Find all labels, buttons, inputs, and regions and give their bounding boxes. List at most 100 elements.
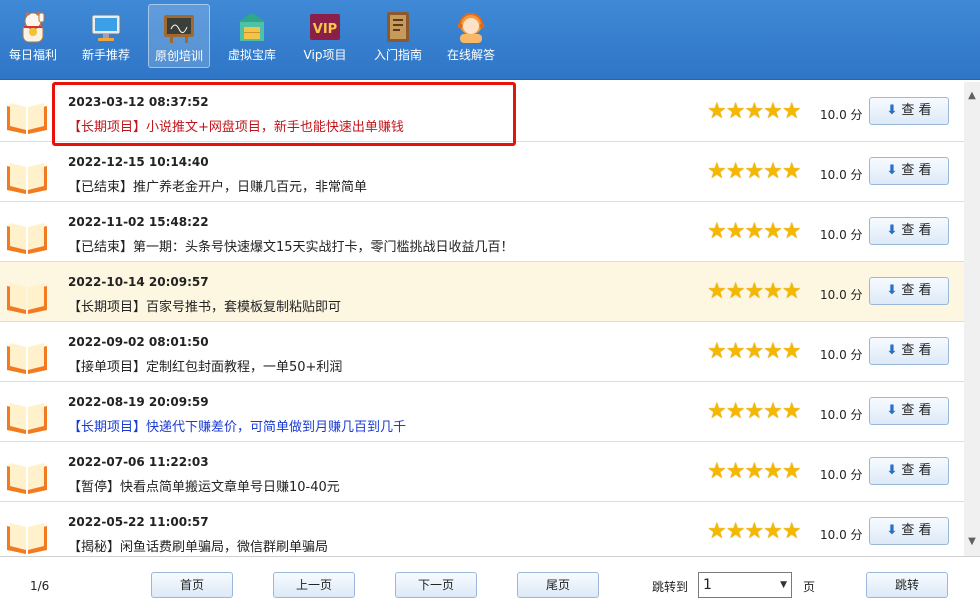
item-score: 10.0 分 (820, 288, 863, 302)
guide-book-icon (387, 12, 409, 42)
page-unit-label: 页 (803, 580, 816, 594)
lucky-cat-icon (22, 11, 45, 43)
treasure-store-icon (238, 13, 266, 41)
item-title[interactable]: 【长期项目】快递代下赚差价，可简单做到月赚几百到几千 (68, 416, 406, 435)
page-select-value: 1 (703, 577, 712, 593)
highlight-annotation-box (52, 82, 516, 146)
list-item[interactable]: 2022-10-14 20:09:57 【长期项目】百家号推书，套模板复制粘贴即… (0, 262, 964, 322)
download-arrow-icon: ⬇ (886, 463, 898, 478)
list-item[interactable]: 2022-11-02 15:48:22 【已结束】第一期：头条号快速爆文15天实… (0, 202, 964, 262)
tool-label: 原创培训 (154, 49, 203, 63)
item-date: 2022-05-22 11:00:57 (68, 515, 209, 529)
vip-icon: VIP (310, 14, 340, 40)
tool-original-training[interactable]: 原创培训 (148, 4, 210, 68)
tool-label: 在线解答 (446, 48, 495, 62)
tool-label: 每日福利 (8, 48, 57, 62)
download-arrow-icon: ⬇ (886, 403, 898, 418)
pagination-bar: 1/6 首页 上一页 下一页 尾页 跳转到 1 ▼ 页 跳转 (0, 556, 980, 610)
tool-label: Vip项目 (303, 48, 347, 62)
book-icon (7, 463, 47, 494)
tool-getting-started[interactable]: 入门指南 (368, 4, 428, 68)
tool-label: 入门指南 (373, 48, 422, 62)
item-date: 2022-07-06 11:22:03 (68, 455, 209, 469)
item-score: 10.0 分 (820, 408, 863, 422)
list-item[interactable]: 2022-07-06 11:22:03 【暂停】快看点简单搬运文章单号日赚10-… (0, 442, 964, 502)
book-icon (7, 403, 47, 434)
view-button[interactable]: ⬇ 查 看 (869, 337, 949, 365)
view-button-label: 查 看 (901, 283, 932, 298)
top-toolbar: 每日福利 新手推荐 原创培训 虚拟宝库 VIP Vip项目 入门指南 在线解答 (0, 0, 980, 80)
scroll-up-arrow-icon[interactable]: ▲ (964, 88, 980, 104)
item-title[interactable]: 【已结束】第一期：头条号快速爆文15天实战打卡，零门槛挑战日收益几百！ (68, 236, 514, 255)
item-date: 2022-11-02 15:48:22 (68, 215, 209, 229)
next-page-button[interactable]: 下一页 (395, 572, 477, 598)
tool-online-answers[interactable]: 在线解答 (440, 4, 502, 68)
item-title[interactable]: 【接单项目】定制红包封面教程，一单50+利润 (68, 356, 342, 375)
item-score: 10.0 分 (820, 108, 863, 122)
rating-stars: ★★★★★ (707, 159, 802, 184)
book-icon (7, 163, 47, 194)
item-score: 10.0 分 (820, 468, 863, 482)
view-button[interactable]: ⬇ 查 看 (869, 157, 949, 185)
download-arrow-icon: ⬇ (886, 283, 898, 298)
dropdown-arrow-icon[interactable]: ▼ (780, 573, 787, 597)
prev-page-button[interactable]: 上一页 (273, 572, 355, 598)
tool-virtual-treasury[interactable]: 虚拟宝库 (222, 4, 282, 68)
download-arrow-icon: ⬇ (886, 523, 898, 538)
view-button[interactable]: ⬇ 查 看 (869, 517, 949, 545)
view-button[interactable]: ⬇ 查 看 (869, 397, 949, 425)
list-item[interactable]: 2022-08-19 20:09:59 【长期项目】快递代下赚差价，可简单做到月… (0, 382, 964, 442)
rating-stars: ★★★★★ (707, 339, 802, 364)
jump-button[interactable]: 跳转 (866, 572, 948, 598)
view-button-label: 查 看 (901, 223, 932, 238)
download-arrow-icon: ⬇ (886, 223, 898, 238)
page-select[interactable]: 1 ▼ (698, 572, 792, 598)
download-arrow-icon: ⬇ (886, 343, 898, 358)
rating-stars: ★★★★★ (707, 99, 802, 124)
support-agent-icon (457, 13, 485, 43)
view-button[interactable]: ⬇ 查 看 (869, 217, 949, 245)
view-button-label: 查 看 (901, 523, 932, 538)
tool-beginner-recommend[interactable]: 新手推荐 (76, 4, 136, 68)
book-icon (7, 103, 47, 134)
item-title[interactable]: 【已结束】推广养老金开户，日赚几百元，非常简单 (68, 176, 367, 195)
blackboard-icon (164, 15, 194, 43)
view-button-label: 查 看 (901, 343, 932, 358)
rating-stars: ★★★★★ (707, 399, 802, 424)
download-arrow-icon: ⬇ (886, 163, 898, 178)
book-icon (7, 343, 47, 374)
tool-label: 新手推荐 (81, 48, 130, 62)
monitor-icon (91, 14, 121, 41)
item-title[interactable]: 【长期项目】百家号推书，套模板复制粘贴即可 (68, 296, 341, 315)
last-page-button[interactable]: 尾页 (517, 572, 599, 598)
vip-badge-text: VIP (313, 22, 337, 37)
item-date: 2022-10-14 20:09:57 (68, 275, 209, 289)
view-button[interactable]: ⬇ 查 看 (869, 277, 949, 305)
view-button-label: 查 看 (901, 403, 932, 418)
item-title[interactable]: 【揭秘】闲鱼话费刷单骗局，微信群刷单骗局 (68, 536, 328, 555)
item-date: 2022-09-02 08:01:50 (68, 335, 209, 349)
project-list: 2023-03-12 08:37:52 【长期项目】小说推文+网盘项目，新手也能… (0, 82, 964, 556)
view-button[interactable]: ⬇ 查 看 (869, 457, 949, 485)
tool-daily-welfare[interactable]: 每日福利 (4, 4, 62, 68)
rating-stars: ★★★★★ (707, 459, 802, 484)
view-button[interactable]: ⬇ 查 看 (869, 97, 949, 125)
jump-to-label: 跳转到 (652, 580, 689, 594)
rating-stars: ★★★★★ (707, 519, 802, 544)
first-page-button[interactable]: 首页 (151, 572, 233, 598)
item-title[interactable]: 【暂停】快看点简单搬运文章单号日赚10-40元 (68, 476, 340, 495)
item-score: 10.0 分 (820, 528, 863, 542)
list-item[interactable]: 2022-05-22 11:00:57 【揭秘】闲鱼话费刷单骗局，微信群刷单骗局… (0, 502, 964, 556)
tool-vip-project[interactable]: VIP Vip项目 (294, 4, 356, 68)
vertical-scrollbar[interactable]: ▲ ▼ (964, 82, 980, 556)
download-arrow-icon: ⬇ (886, 103, 898, 118)
tool-label: 虚拟宝库 (227, 48, 276, 62)
view-button-label: 查 看 (901, 103, 932, 118)
list-item[interactable]: 2022-12-15 10:14:40 【已结束】推广养老金开户，日赚几百元，非… (0, 142, 964, 202)
scroll-down-arrow-icon[interactable]: ▼ (964, 534, 980, 550)
item-date: 2022-08-19 20:09:59 (68, 395, 209, 409)
book-icon (7, 283, 47, 314)
list-item[interactable]: 2022-09-02 08:01:50 【接单项目】定制红包封面教程，一单50+… (0, 322, 964, 382)
rating-stars: ★★★★★ (707, 279, 802, 304)
book-icon (7, 223, 47, 254)
